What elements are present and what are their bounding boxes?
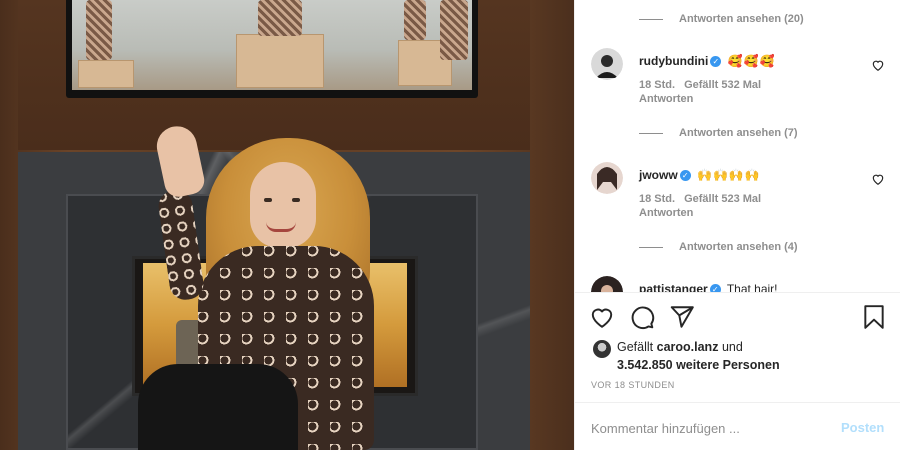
divider (575, 402, 900, 403)
comment-text: 🥰🥰🥰 (727, 54, 776, 68)
post-photo[interactable] (0, 0, 574, 450)
comment-body: rudybundini ✓ 🥰🥰🥰 18 Std. Gefällt 532 Mal … (639, 54, 859, 106)
view-replies-button[interactable]: Antworten ansehen (20) (639, 13, 804, 25)
tv-scene-figure (440, 0, 468, 60)
comment-likes[interactable]: Gefällt 523 Mal (684, 193, 761, 205)
heart-icon[interactable] (589, 304, 615, 330)
post-button[interactable]: Posten (841, 420, 884, 435)
reply-button[interactable]: Antworten (639, 207, 693, 219)
comment-meta: 18 Std. Gefällt 532 Mal Antworten (639, 78, 859, 106)
reply-button[interactable]: Antworten (639, 93, 693, 105)
avatar[interactable] (591, 48, 623, 80)
tv-scene-figure (258, 0, 302, 36)
reply-line (639, 132, 663, 134)
comment-text: That hair! (726, 282, 778, 292)
view-replies-button[interactable]: Antworten ansehen (4) (639, 241, 798, 253)
tv-scene-box (236, 34, 324, 88)
view-replies-label: Antworten ansehen (4) (679, 241, 798, 253)
likes-connector: und (721, 340, 743, 354)
tv-scene-figure (404, 0, 426, 40)
comment-body: pattistanger ✓ That hair! (639, 282, 859, 292)
tv-scene-figure (86, 0, 112, 60)
like-comment-heart-icon[interactable] (871, 58, 885, 72)
like-comment-heart-icon[interactable] (871, 172, 885, 186)
comment-text: 🙌🙌🙌🙌 (697, 168, 761, 182)
comment-time[interactable]: 18 Std. (639, 79, 675, 91)
comment-item: rudybundini ✓ 🥰🥰🥰 18 Std. Gefällt 532 Mal … (591, 48, 891, 114)
likes-others[interactable]: 3.542.850 weitere Personen (617, 358, 780, 372)
comment-input[interactable] (591, 414, 821, 442)
comment-item: pattistanger ✓ That hair! (591, 276, 891, 292)
avatar[interactable] (591, 162, 623, 194)
comment-body: jwoww ✓ 🙌🙌🙌🙌 18 Std. Gefällt 523 Mal Antwo… (639, 168, 859, 220)
view-replies-label: Antworten ansehen (7) (679, 127, 798, 139)
tv-scene-box (78, 60, 134, 88)
likes-user[interactable]: caroo.lanz (657, 340, 719, 354)
person-face (250, 162, 316, 248)
view-replies-label: Antworten ansehen (20) (679, 13, 804, 25)
comment-likes[interactable]: Gefällt 532 Mal (684, 79, 761, 91)
comment-list[interactable]: Antworten ansehen (20) rudybundini ✓ 🥰🥰🥰 … (575, 0, 900, 292)
reply-line (639, 18, 663, 20)
comment-item: jwoww ✓ 🙌🙌🙌🙌 18 Std. Gefällt 523 Mal Antwo… (591, 162, 891, 228)
likes-prefix: Gefällt (617, 340, 654, 354)
person-eye (292, 198, 300, 202)
likes-text: Gefällt caroo.lanz und 3.542.850 weitere… (617, 338, 780, 374)
comment-username[interactable]: pattistanger (639, 282, 708, 292)
comment-time[interactable]: 18 Std. (639, 193, 675, 205)
post-timestamp[interactable]: VOR 18 STUNDEN (591, 380, 675, 390)
verified-badge-icon: ✓ (709, 284, 721, 292)
verified-badge-icon: ✓ (679, 170, 691, 182)
reply-line (639, 246, 663, 248)
comment-username[interactable]: jwoww (639, 168, 678, 182)
television (66, 0, 478, 98)
person-legs (138, 364, 298, 450)
comment-icon[interactable] (629, 304, 655, 330)
person-eye (264, 198, 272, 202)
likes-summary: Gefällt caroo.lanz und 3.542.850 weitere… (593, 338, 893, 374)
share-icon[interactable] (669, 304, 695, 330)
bookmark-icon[interactable] (861, 304, 887, 330)
verified-badge-icon: ✓ (710, 56, 722, 68)
comment-meta: 18 Std. Gefällt 523 Mal Antworten (639, 192, 859, 220)
post-actions (589, 304, 889, 332)
tv-screen (72, 0, 472, 90)
avatar[interactable] (591, 276, 623, 292)
divider (575, 292, 900, 293)
view-replies-button[interactable]: Antworten ansehen (7) (639, 127, 798, 139)
comments-panel: Antworten ansehen (20) rudybundini ✓ 🥰🥰🥰 … (574, 0, 900, 450)
comment-username[interactable]: rudybundini (639, 54, 708, 68)
avatar[interactable] (593, 340, 611, 358)
